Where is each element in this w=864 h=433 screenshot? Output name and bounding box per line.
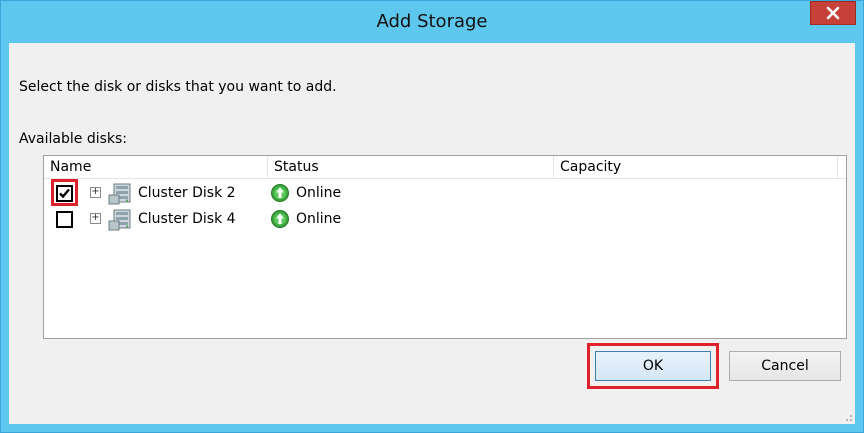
- select-checkbox[interactable]: [56, 185, 73, 202]
- cluster-disk-icon: [108, 209, 131, 231]
- title-bar[interactable]: Add Storage: [1, 1, 863, 43]
- cancel-button[interactable]: Cancel: [729, 351, 841, 381]
- list-header: Name Status Capacity: [44, 156, 846, 179]
- ok-button[interactable]: OK: [595, 351, 711, 381]
- online-arrow-up-icon: [271, 184, 289, 202]
- disk-status: Online: [296, 211, 342, 227]
- column-header-status[interactable]: Status: [268, 156, 554, 178]
- column-header-capacity[interactable]: Capacity: [554, 156, 838, 178]
- close-icon: [826, 6, 840, 20]
- dialog-title: Add Storage: [376, 11, 488, 32]
- select-checkbox[interactable]: [56, 211, 73, 228]
- disk-name: Cluster Disk 4: [138, 211, 236, 227]
- add-storage-dialog: Add Storage Select the disk or disks tha…: [0, 0, 864, 433]
- table-row[interactable]: + Cluster Disk 2 Online: [44, 179, 846, 208]
- cluster-disk-icon: [108, 183, 131, 205]
- available-disks-list[interactable]: Name Status Capacity + Cluster Disk 2 On…: [43, 155, 847, 339]
- expand-plus-icon[interactable]: +: [90, 187, 101, 198]
- close-button[interactable]: [810, 1, 856, 25]
- column-header-name[interactable]: Name: [44, 156, 268, 178]
- disk-status: Online: [296, 185, 342, 201]
- dialog-body: Select the disk or disks that you want t…: [9, 43, 855, 424]
- checkmark-icon: [59, 188, 70, 199]
- available-disks-label: Available disks:: [19, 131, 128, 147]
- online-arrow-up-icon: [271, 210, 289, 228]
- expand-plus-icon[interactable]: +: [90, 213, 101, 224]
- disk-name: Cluster Disk 2: [138, 185, 236, 201]
- resize-grip-icon[interactable]: [843, 412, 853, 422]
- table-row[interactable]: + Cluster Disk 4 Online: [44, 208, 846, 234]
- instruction-text: Select the disk or disks that you want t…: [19, 79, 337, 95]
